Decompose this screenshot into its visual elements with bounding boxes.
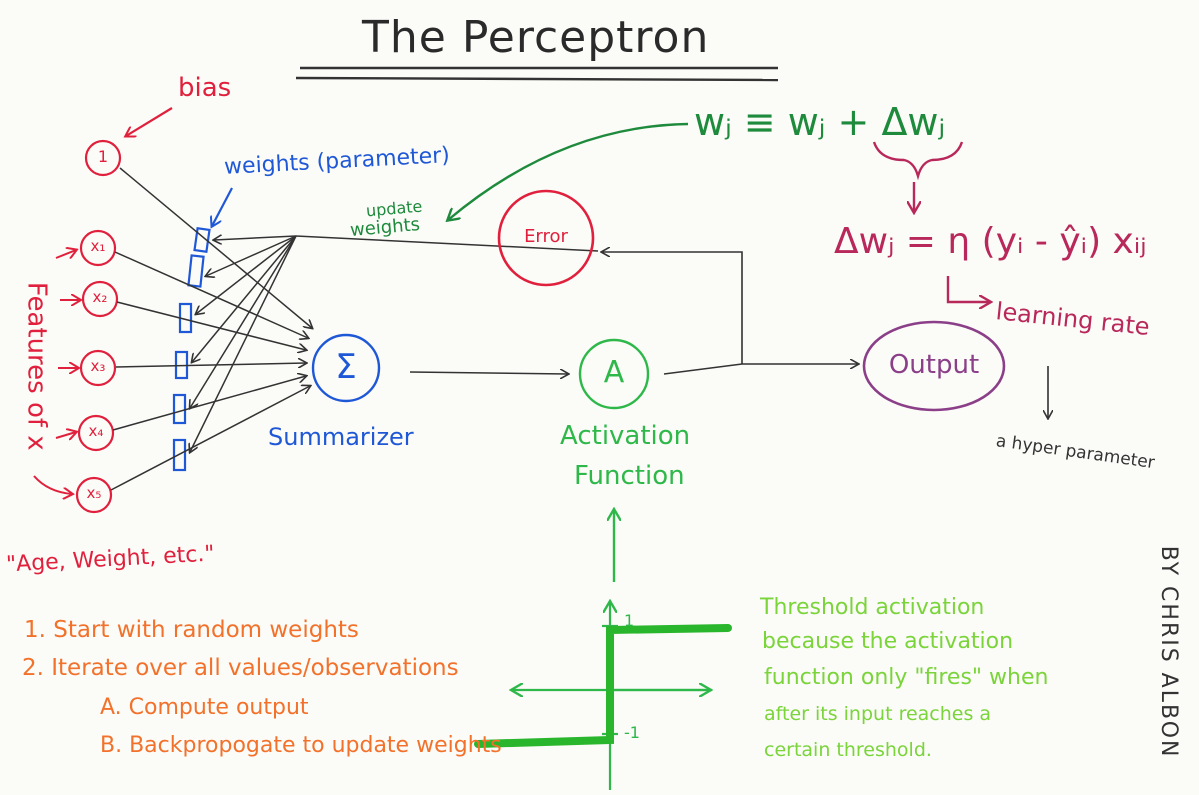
step-1: 1. Start with random weights bbox=[24, 617, 359, 643]
summarizer-label: Summarizer bbox=[268, 423, 414, 451]
author-credit: BY CHRIS ALBON bbox=[1156, 545, 1182, 759]
weight-box-1 bbox=[187, 254, 205, 288]
summarizer-to-activation-arrow bbox=[409, 372, 568, 374]
weight-box-4 bbox=[172, 393, 187, 425]
features-label: Features of x bbox=[21, 281, 52, 451]
threshold-note-line-2: because the activation bbox=[762, 629, 1014, 654]
bias-arrow bbox=[126, 107, 173, 136]
error-label: Error bbox=[524, 226, 568, 247]
activation-label-1: Activation bbox=[560, 421, 691, 451]
step-2b: B. Backpropogate to update weights bbox=[100, 733, 502, 758]
threshold-note-line-5: certain threshold. bbox=[764, 739, 932, 761]
output-and-feedback-lines bbox=[602, 252, 858, 375]
input-label-x5: x₅ bbox=[86, 484, 102, 502]
activation-symbol: A bbox=[603, 355, 625, 390]
output-label: Output bbox=[888, 350, 980, 380]
input-label-x3: x₃ bbox=[90, 357, 106, 375]
input-nodes bbox=[75, 139, 122, 514]
summarizer-symbol: Σ bbox=[335, 347, 357, 387]
activation-label-2: Function bbox=[574, 461, 685, 491]
weights-pointer-arrow bbox=[212, 187, 233, 226]
weight-boxes bbox=[172, 227, 211, 472]
title-underline-2 bbox=[295, 76, 779, 82]
page-title: The Perceptron bbox=[362, 12, 710, 63]
threshold-note-line-1: Threshold activation bbox=[760, 595, 985, 620]
delta-brace bbox=[872, 141, 964, 181]
input-label-x4: x₄ bbox=[88, 422, 104, 440]
threshold-tick-negative: -1 bbox=[624, 723, 640, 742]
threshold-step-curve bbox=[474, 624, 732, 748]
update-rule-formula: wⱼ ≡ wⱼ + Δwⱼ bbox=[694, 100, 946, 144]
threshold-tick-positive: 1 bbox=[624, 611, 635, 630]
bias-node-label: 1 bbox=[97, 147, 109, 166]
threshold-note-line-3: function only "fires" when bbox=[764, 665, 1049, 690]
learning-rate-arrow bbox=[946, 276, 990, 302]
update-rule-arrow bbox=[448, 122, 689, 220]
input-label-x2: x₂ bbox=[92, 288, 108, 306]
perceptron-diagram: The Perceptron bias 1 x₁ x₂ x₃ x₄ x₅ Fea… bbox=[0, 0, 1199, 795]
delta-rule-formula: Δwⱼ = η (yᵢ - ŷᵢ) xᵢⱼ bbox=[834, 221, 1147, 262]
input-label-x1: x₁ bbox=[90, 237, 106, 255]
update-weights-fan bbox=[190, 236, 599, 452]
bias-label: bias bbox=[178, 73, 232, 103]
threshold-note-line-4: after its input reaches a bbox=[764, 703, 992, 725]
step-2a: A. Compute output bbox=[100, 695, 309, 720]
step-2: 2. Iterate over all values/observations bbox=[22, 655, 459, 681]
